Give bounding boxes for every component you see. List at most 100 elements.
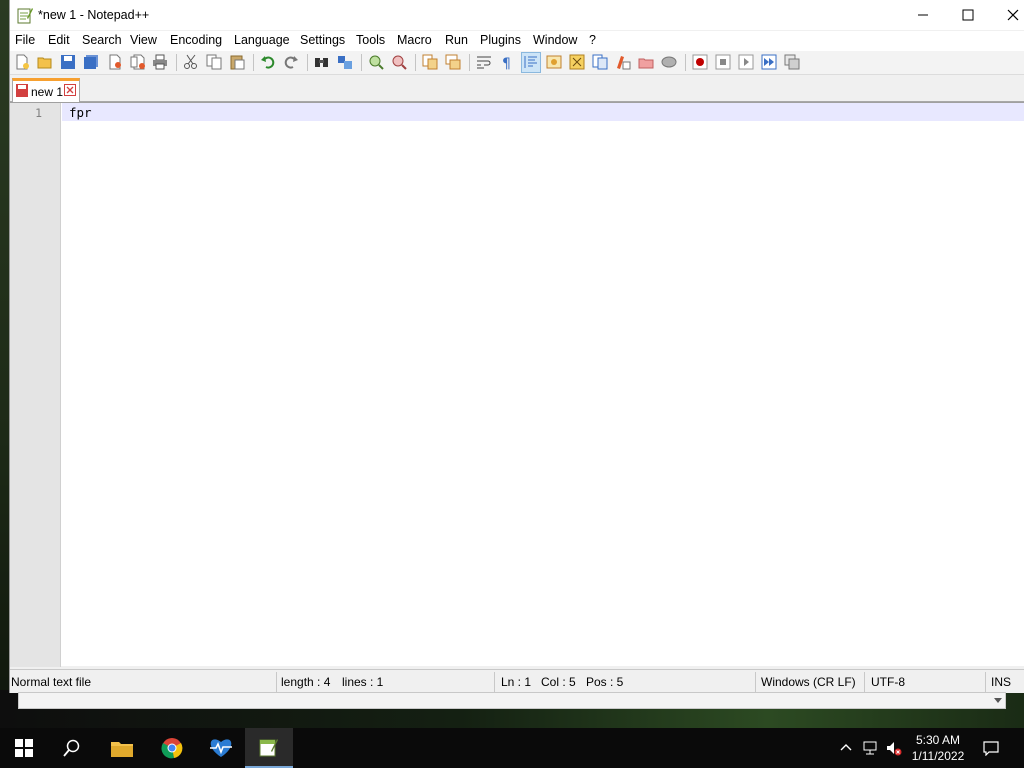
menu-bar: File Edit Search View Encoding Language …: [10, 31, 1024, 51]
chrome-icon: [161, 738, 183, 759]
new-file-icon[interactable]: [14, 54, 30, 70]
status-line: Ln : 1: [501, 675, 532, 689]
folder-workspace-icon[interactable]: [615, 54, 631, 70]
menu-macro[interactable]: Macro: [397, 33, 432, 47]
sync-horizontal-icon[interactable]: [445, 54, 461, 70]
notepadpp-window: *new 1 - Notepad++ File Edit Search View…: [9, 0, 1024, 693]
play-macro-icon[interactable]: [738, 54, 754, 70]
tab-bar: new 1: [10, 76, 1024, 102]
notepadpp-icon: [259, 739, 278, 757]
chevron-up-icon[interactable]: [838, 740, 854, 756]
toolbar-separator: [361, 54, 362, 71]
menu-edit[interactable]: Edit: [48, 33, 70, 47]
status-eol[interactable]: Windows (CR LF): [761, 675, 856, 689]
record-macro-icon[interactable]: [692, 54, 708, 70]
menu-file[interactable]: File: [15, 33, 35, 47]
cut-icon[interactable]: [183, 54, 199, 70]
status-position: Pos : 5: [586, 675, 624, 689]
taskbar-search-button[interactable]: [48, 728, 96, 768]
unsaved-file-icon: [16, 84, 28, 97]
editor-area[interactable]: 1 fpr: [10, 102, 1024, 667]
volume-muted-icon[interactable]: [886, 740, 902, 756]
status-encoding[interactable]: UTF-8: [871, 675, 905, 689]
minimize-button[interactable]: [900, 0, 946, 30]
menu-tools[interactable]: Tools: [356, 33, 385, 47]
toolbar: ¶: [10, 51, 1024, 75]
function-list-icon[interactable]: [592, 54, 608, 70]
redo-icon[interactable]: [283, 54, 299, 70]
sync-vertical-icon[interactable]: [422, 54, 438, 70]
save-macro-icon[interactable]: [784, 54, 800, 70]
status-column: Col : 5: [541, 675, 576, 689]
record-stop-oval-icon[interactable]: [661, 54, 677, 70]
editor-line-text[interactable]: fpr: [69, 105, 92, 120]
line-number-gutter: 1: [10, 103, 61, 667]
notification-icon[interactable]: [983, 740, 999, 756]
tab-new-1[interactable]: new 1: [12, 78, 80, 102]
find-icon[interactable]: [314, 54, 330, 70]
show-all-chars-icon[interactable]: ¶: [499, 54, 515, 70]
menu-view[interactable]: View: [130, 33, 157, 47]
replace-icon[interactable]: [337, 54, 353, 70]
status-separator: [985, 672, 986, 692]
status-bar: Normal text file length : 4 lines : 1 Ln…: [10, 669, 1024, 693]
taskbar-clock[interactable]: 5:30 AM 1/11/2022: [905, 732, 971, 764]
toolbar-separator: [685, 54, 686, 71]
open-file-icon[interactable]: [37, 54, 53, 70]
paste-icon[interactable]: [229, 54, 245, 70]
save-icon[interactable]: [60, 54, 76, 70]
windows-taskbar: 5:30 AM 1/11/2022: [0, 728, 1024, 768]
doc-map-icon[interactable]: [569, 54, 585, 70]
indent-guide-icon[interactable]: [523, 54, 539, 70]
menu-window[interactable]: Window: [533, 33, 577, 47]
folder-icon: [111, 742, 133, 757]
status-separator: [755, 672, 756, 692]
toolbar-separator: [469, 54, 470, 71]
menu-help[interactable]: ?: [589, 33, 596, 47]
heartbeat-icon: [210, 739, 232, 757]
save-all-icon[interactable]: [83, 54, 99, 70]
close-all-icon[interactable]: [130, 54, 146, 70]
network-icon[interactable]: [862, 740, 878, 756]
close-window-button[interactable]: [990, 0, 1024, 30]
toolbar-separator: [307, 54, 308, 71]
taskbar-health-app[interactable]: [197, 728, 245, 768]
maximize-icon: [962, 9, 974, 21]
menu-settings[interactable]: Settings: [300, 33, 345, 47]
menu-plugins[interactable]: Plugins: [480, 33, 521, 47]
taskbar-notepadpp[interactable]: [245, 728, 293, 768]
status-insert-mode[interactable]: INS: [991, 675, 1011, 689]
run-macro-multiple-icon[interactable]: [761, 54, 777, 70]
status-separator: [864, 672, 865, 692]
taskbar-chrome[interactable]: [148, 728, 196, 768]
zoom-out-icon[interactable]: [391, 54, 407, 70]
windows-logo-icon: [15, 739, 33, 757]
start-button[interactable]: [0, 728, 48, 768]
window-title: *new 1 - Notepad++: [38, 8, 150, 22]
copy-icon[interactable]: [206, 54, 222, 70]
stop-macro-icon[interactable]: [715, 54, 731, 70]
taskbar-file-explorer[interactable]: [98, 728, 146, 768]
chevron-down-icon[interactable]: [992, 694, 1004, 706]
menu-run[interactable]: Run: [445, 33, 468, 47]
title-bar[interactable]: *new 1 - Notepad++: [10, 0, 1024, 30]
menu-search[interactable]: Search: [82, 33, 122, 47]
search-icon: [63, 739, 80, 757]
svg-text:¶: ¶: [502, 56, 511, 70]
monitoring-icon[interactable]: [638, 54, 654, 70]
close-file-icon[interactable]: [107, 54, 123, 70]
line-number: 1: [35, 106, 42, 120]
tab-label: new 1: [31, 85, 64, 99]
menu-language[interactable]: Language: [234, 33, 290, 47]
print-icon[interactable]: [152, 54, 168, 70]
word-wrap-icon[interactable]: [476, 54, 492, 70]
minimize-icon: [918, 14, 928, 16]
udl-icon[interactable]: [546, 54, 562, 70]
maximize-button[interactable]: [945, 0, 991, 30]
clock-date: 1/11/2022: [911, 749, 965, 763]
menu-encoding[interactable]: Encoding: [170, 33, 222, 47]
notepadpp-app-icon: [17, 8, 33, 24]
close-tab-icon[interactable]: [64, 84, 76, 96]
undo-icon[interactable]: [260, 54, 276, 70]
zoom-in-icon[interactable]: [368, 54, 384, 70]
